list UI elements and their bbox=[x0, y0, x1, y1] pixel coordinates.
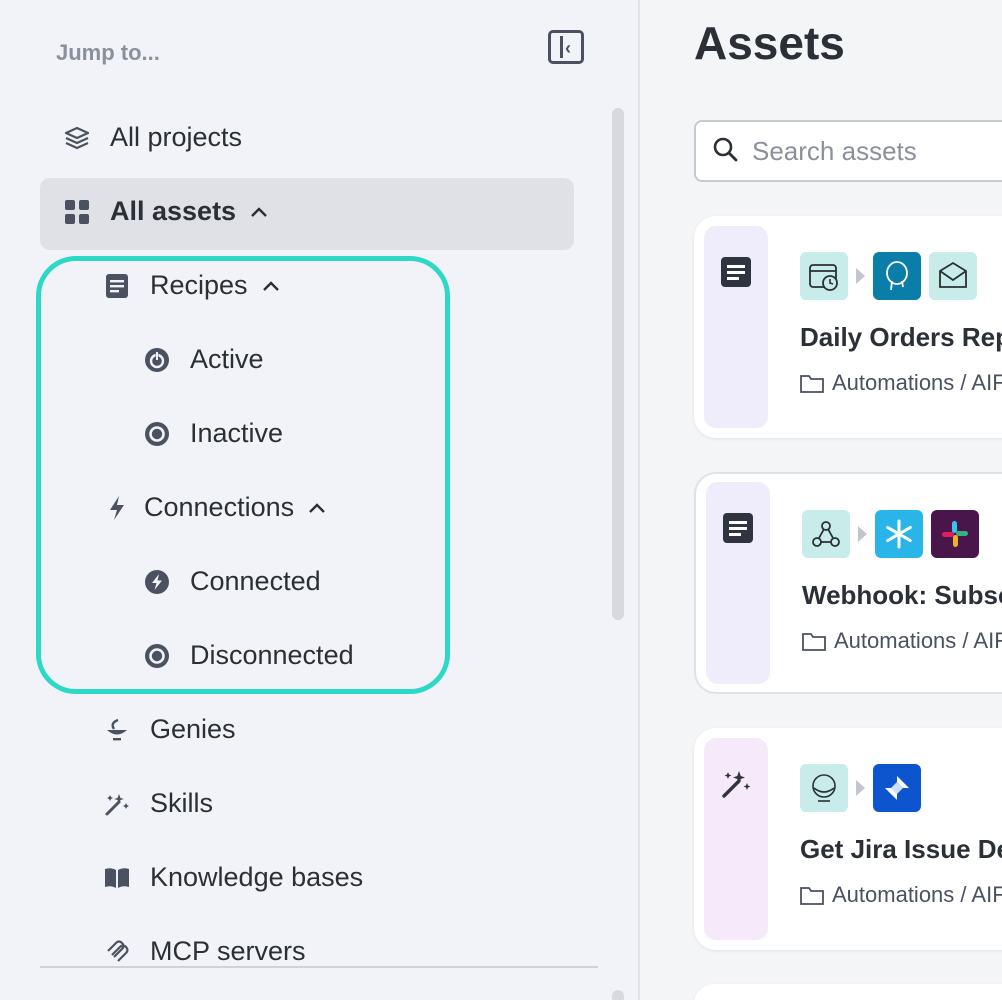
app-flow bbox=[802, 510, 979, 558]
genie-lamp-icon bbox=[102, 715, 132, 745]
app-flow bbox=[800, 252, 977, 300]
flow-arrow-icon bbox=[856, 780, 865, 796]
genie-icon bbox=[800, 764, 848, 812]
search-box[interactable] bbox=[694, 120, 1002, 182]
asset-path: Automations / AIF bbox=[802, 628, 1002, 654]
postgresql-icon bbox=[873, 252, 921, 300]
sidebar-item-connected[interactable]: Connected bbox=[142, 566, 321, 597]
search-icon bbox=[712, 136, 738, 167]
page-title: Assets bbox=[694, 17, 845, 69]
folder-icon bbox=[800, 885, 824, 905]
flow-arrow-icon bbox=[858, 526, 867, 542]
scheduler-icon bbox=[800, 252, 848, 300]
chevron-up-icon bbox=[262, 280, 280, 292]
layers-icon bbox=[62, 123, 92, 153]
magic-wand-icon bbox=[102, 789, 132, 819]
asset-card-partial[interactable] bbox=[694, 984, 1002, 1000]
document-icon bbox=[102, 271, 132, 301]
flow-arrow-icon bbox=[856, 268, 865, 284]
target-icon bbox=[142, 419, 172, 449]
app-flow bbox=[800, 764, 921, 812]
sidebar-item-label: MCP servers bbox=[150, 936, 306, 966]
power-icon bbox=[142, 345, 172, 375]
slack-icon bbox=[931, 510, 979, 558]
search-input[interactable] bbox=[752, 135, 1002, 167]
sidebar-item-label: Inactive bbox=[190, 418, 284, 448]
sidebar-item-label: Knowledge bases bbox=[150, 862, 364, 892]
asset-path-text: Automations / AIF bbox=[832, 882, 1002, 907]
book-icon bbox=[102, 863, 132, 893]
target-icon bbox=[142, 641, 172, 671]
sidebar-item-inactive[interactable]: Inactive bbox=[142, 418, 283, 449]
asset-path-text: Automations / AIF bbox=[834, 628, 1002, 653]
mcp-icon bbox=[102, 937, 132, 967]
folder-icon bbox=[802, 631, 826, 651]
sidebar-item-knowledge-bases[interactable]: Knowledge bases bbox=[102, 862, 363, 893]
asset-path-text: Automations / AIF bbox=[832, 370, 1002, 395]
sidebar-item-label: Skills bbox=[150, 788, 214, 818]
sidebar-item-label: Disconnected bbox=[190, 640, 354, 670]
grid-icon bbox=[62, 197, 92, 227]
chevron-up-icon bbox=[250, 206, 268, 218]
asset-title: Daily Orders Repo bbox=[800, 322, 1002, 352]
bolt-circle-icon bbox=[142, 567, 172, 597]
sidebar-item-label: All projects bbox=[110, 122, 243, 152]
sidebar-item-label: Genies bbox=[150, 714, 236, 744]
asset-title: Webhook: Subscr bbox=[802, 580, 1002, 610]
asset-card[interactable]: Webhook: Subscr Automations / AIF bbox=[694, 472, 1002, 694]
asset-path: Automations / AIF bbox=[800, 370, 1002, 396]
webhook-icon bbox=[802, 510, 850, 558]
asset-card[interactable]: Get Jira Issue Det Automations / AIF bbox=[694, 728, 1002, 950]
sidebar-item-all-projects[interactable]: All projects bbox=[62, 122, 242, 153]
asset-type-strip bbox=[704, 226, 768, 428]
chevron-left-icon: ‹ bbox=[565, 38, 571, 58]
highlight-outline bbox=[36, 256, 450, 694]
document-icon bbox=[720, 256, 752, 428]
sidebar-item-label: Recipes bbox=[150, 270, 248, 300]
sidebar: Jump to... ‹ All projects All assets Rec… bbox=[0, 0, 640, 1000]
sidebar-scrollbar[interactable] bbox=[612, 108, 624, 620]
sidebar-item-mcp-servers[interactable]: MCP servers bbox=[102, 936, 306, 967]
magic-wand-icon bbox=[720, 768, 752, 940]
sidebar-item-active[interactable]: Active bbox=[142, 344, 264, 375]
divider bbox=[40, 966, 598, 968]
jump-to-label[interactable]: Jump to... bbox=[56, 40, 160, 66]
sidebar-item-recipes[interactable]: Recipes bbox=[102, 270, 280, 301]
asset-type-strip bbox=[704, 738, 768, 940]
sidebar-item-label: All assets bbox=[110, 196, 237, 226]
main-content: Assets Daily Orders Repo bbox=[642, 0, 1002, 1000]
sidebar-scrollbar-lower[interactable] bbox=[612, 990, 624, 1000]
jira-icon bbox=[873, 764, 921, 812]
snowflake-icon bbox=[875, 510, 923, 558]
sidebar-item-skills[interactable]: Skills bbox=[102, 788, 213, 819]
asset-title: Get Jira Issue Det bbox=[800, 834, 1002, 864]
sidebar-item-label: Active bbox=[190, 344, 264, 374]
chevron-up-icon bbox=[308, 502, 326, 514]
sidebar-item-all-assets[interactable]: All assets bbox=[62, 196, 268, 227]
asset-card[interactable]: Daily Orders Repo Automations / AIF bbox=[694, 216, 1002, 438]
asset-path: Automations / AIF bbox=[800, 882, 1002, 908]
sidebar-item-label: Connections bbox=[144, 492, 295, 522]
email-icon bbox=[929, 252, 977, 300]
sidebar-item-label: Connected bbox=[190, 566, 321, 596]
sidebar-item-connections[interactable]: Connections bbox=[102, 492, 326, 523]
asset-type-strip bbox=[706, 482, 770, 684]
sidebar-item-disconnected[interactable]: Disconnected bbox=[142, 640, 354, 671]
sidebar-item-genies[interactable]: Genies bbox=[102, 714, 236, 745]
bolt-icon bbox=[102, 493, 132, 523]
document-icon bbox=[722, 512, 754, 684]
folder-icon bbox=[800, 373, 824, 393]
collapse-sidebar-button[interactable]: ‹ bbox=[548, 30, 584, 64]
